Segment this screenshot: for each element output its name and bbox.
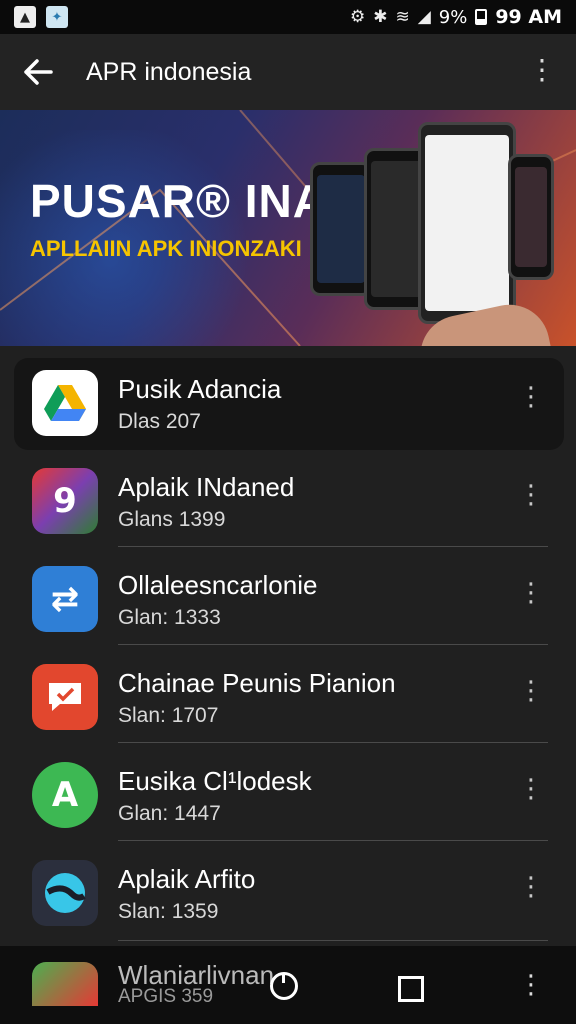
app-info: Dlas 207	[118, 410, 201, 433]
list-item[interactable]: ⇄ Ollaleesncarlonie Glan: 1333 ⋮	[14, 554, 564, 646]
list-item[interactable]: 9 Aplaik INdaned Glans 1399 ⋮	[14, 456, 564, 548]
divider	[118, 644, 548, 645]
item-menu-icon[interactable]: ⋮	[518, 874, 544, 900]
more-options-icon[interactable]: ⋮	[518, 972, 544, 998]
a-letter-icon: A	[32, 762, 98, 828]
bluetooth-icon: ✱	[373, 7, 388, 27]
status-bar: ▲ ✦ ⚙ ✱ ≋ ◢ 9% 99 AM	[0, 0, 576, 34]
settings-icon: ⚙	[349, 7, 366, 27]
app-name: Aplaik INdaned	[118, 472, 295, 502]
peek-app-icon	[32, 962, 98, 1006]
peek-app-info: APGIS 359	[118, 986, 214, 1007]
swirl-icon	[32, 860, 98, 926]
item-menu-icon[interactable]: ⋮	[518, 580, 544, 606]
item-menu-icon[interactable]: ⋮	[518, 678, 544, 704]
signal-icon: ◢	[417, 7, 431, 27]
battery-icon	[475, 9, 488, 25]
more-options-icon[interactable]: ⋮	[528, 56, 556, 84]
list-item[interactable]: Aplaik Arfito Slan: 1359 ⋮	[14, 848, 564, 940]
app-name: Eusika Cl¹lodesk	[118, 766, 312, 796]
app-info: Glans 1399	[118, 508, 226, 531]
battery-percent: 9%	[438, 6, 468, 28]
drive-icon	[32, 370, 98, 436]
list-item[interactable]: Pusik Adancia Dlas 207 ⋮	[14, 358, 564, 450]
message-check-icon	[32, 664, 98, 730]
phone-graphic-1	[310, 162, 372, 296]
navigation-bar: Wlaniarlivnan APGIS 359 ⋮	[0, 946, 576, 1024]
phone-graphic-3	[418, 122, 516, 324]
app-name: Chainae Peunis Pianion	[118, 668, 396, 698]
app-name: Ollaleesncarlonie	[118, 570, 318, 600]
app-name: Aplaik Arfito	[118, 864, 256, 894]
app-info: Slan: 1707	[118, 704, 219, 727]
page-title: APR indonesia	[86, 57, 252, 86]
app-list: Pusik Adancia Dlas 207 ⋮ 9 Aplaik INdane…	[0, 346, 576, 946]
divider	[118, 840, 548, 841]
nine-icon: 9	[32, 468, 98, 534]
back-arrow-icon[interactable]	[20, 54, 56, 90]
app-info: Slan: 1359	[118, 900, 219, 923]
app-name: Pusik Adancia	[118, 374, 282, 404]
recent-apps-icon[interactable]	[398, 976, 424, 1002]
arrows-icon: ⇄	[32, 566, 98, 632]
gallery-notification-icon: ▲	[14, 6, 36, 28]
app-info: Glan: 1333	[118, 606, 221, 629]
promo-banner[interactable]: PUSAR® INAPA APLLAIIN APK INIONZAKI	[0, 110, 576, 346]
list-item[interactable]: A Eusika Cl¹lodesk Glan: 1447 ⋮	[14, 750, 564, 842]
clock: 99 AM	[495, 6, 562, 28]
banner-subtitle: APLLAIIN APK INIONZAKI	[30, 236, 302, 261]
wifi-icon: ≋	[395, 7, 410, 27]
app-info: Glan: 1447	[118, 802, 221, 825]
item-menu-icon[interactable]: ⋮	[518, 776, 544, 802]
list-item[interactable]: Chainae Peunis Pianion Slan: 1707 ⋮	[14, 652, 564, 744]
item-menu-icon[interactable]: ⋮	[518, 384, 544, 410]
phone-graphic-4	[508, 154, 554, 280]
divider	[118, 742, 548, 743]
divider	[118, 940, 548, 941]
home-power-icon[interactable]	[270, 972, 298, 1000]
app-notification-icon: ✦	[46, 6, 68, 28]
item-menu-icon[interactable]: ⋮	[518, 482, 544, 508]
divider	[118, 546, 548, 547]
app-bar: APR indonesia ⋮	[0, 34, 576, 110]
